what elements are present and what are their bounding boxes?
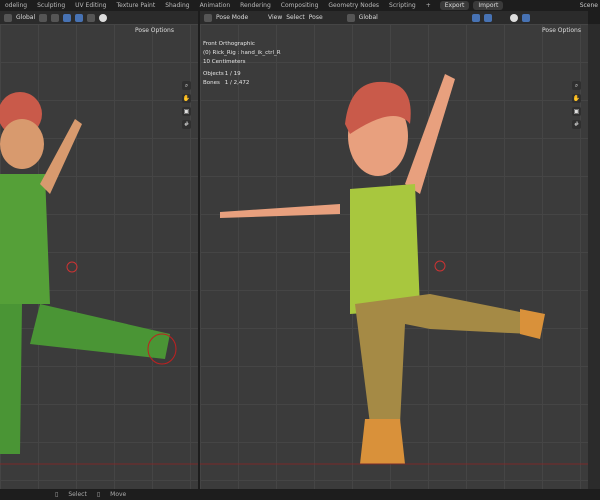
view-name: Front Orthographic: [203, 41, 255, 47]
navigation-tools: ⌕ ✋ ▣ #: [182, 81, 191, 129]
left-viewport-header: Global: [0, 11, 198, 24]
pose-options-label: Pose Options: [542, 27, 581, 34]
xray-icon[interactable]: [87, 13, 96, 22]
overlay-toggle-icon[interactable]: [75, 13, 84, 22]
objects-label: Objects: [203, 71, 224, 77]
camera-icon[interactable]: ▣: [182, 107, 191, 116]
overlay-toggle-icon[interactable]: [483, 13, 492, 22]
scene-selector[interactable]: Scene: [580, 2, 600, 9]
pan-hand-icon[interactable]: ✋: [572, 94, 581, 103]
grid-icon[interactable]: #: [572, 120, 581, 129]
snap-icon[interactable]: [51, 13, 60, 22]
material-shading-icon[interactable]: [521, 13, 530, 22]
transform-orientation-icon: [4, 13, 12, 22]
tab-texture-paint[interactable]: Texture Paint: [111, 2, 160, 9]
gizmo-toggle-icon[interactable]: [63, 13, 72, 22]
solid-shading-icon[interactable]: [509, 13, 518, 22]
orientation-dropdown[interactable]: Global: [359, 14, 378, 21]
bones-label: Bones: [203, 80, 220, 86]
tab-scripting[interactable]: Scripting: [384, 2, 421, 9]
zoom-icon[interactable]: ⌕: [572, 81, 581, 90]
tab-compositing[interactable]: Compositing: [276, 2, 324, 9]
character-render-view: [200, 74, 588, 465]
grid-icon[interactable]: #: [182, 120, 191, 129]
properties-sidebar[interactable]: [588, 24, 600, 489]
mouse-drag-icon: ▯: [96, 491, 101, 498]
bones-count: 1 / 2,472: [224, 80, 250, 86]
camera-icon[interactable]: ▣: [572, 107, 581, 116]
solid-shading-icon[interactable]: [99, 13, 108, 22]
active-object: (0) Rick_Rig : hand_ik_ctrl_R: [203, 50, 281, 56]
character-wireframe-view: [0, 92, 198, 465]
status-bar: ▯ Select ▯ Move: [0, 489, 600, 500]
orientation-dropdown[interactable]: Global: [16, 14, 35, 21]
workspace-tabs: odeling Sculpting UV Editing Texture Pai…: [0, 0, 600, 11]
gizmo-toggle-icon[interactable]: [471, 13, 480, 22]
status-select: Select: [68, 491, 87, 498]
status-move: Move: [110, 491, 127, 498]
add-workspace-button[interactable]: +: [421, 2, 436, 9]
import-button[interactable]: Import: [473, 1, 504, 10]
tab-rendering[interactable]: Rendering: [235, 2, 276, 9]
mouse-left-icon: ▯: [55, 491, 59, 498]
pose-options-label: Pose Options: [135, 27, 174, 34]
navigation-tools: ⌕ ✋ ▣ #: [572, 81, 581, 129]
grid-scale: 10 Centimeters: [203, 59, 246, 65]
pose-options-dropdown[interactable]: Pose Options: [135, 24, 174, 37]
right-viewport[interactable]: Pose Options ⌕ ✋ ▣ #: [200, 24, 588, 489]
tab-modeling[interactable]: odeling: [0, 2, 32, 9]
tab-sculpting[interactable]: Sculpting: [32, 2, 70, 9]
menu-view[interactable]: View: [268, 14, 282, 21]
tab-animation[interactable]: Animation: [195, 2, 236, 9]
editor-type-icon[interactable]: [204, 13, 212, 22]
viewport-info-overlay: Front Orthographic (0) Rick_Rig : hand_i…: [203, 40, 281, 88]
pan-hand-icon[interactable]: ✋: [182, 94, 191, 103]
zoom-icon[interactable]: ⌕: [182, 81, 191, 90]
export-button[interactable]: Export: [439, 1, 470, 10]
left-viewport[interactable]: Pose Options ⌕ ✋ ▣ #: [0, 24, 198, 489]
pose-options-dropdown[interactable]: Pose Options: [542, 24, 581, 37]
pivot-icon[interactable]: [39, 13, 48, 22]
tab-geometry-nodes[interactable]: Geometry Nodes: [323, 2, 384, 9]
transform-orientation-icon: [346, 13, 355, 22]
tab-shading[interactable]: Shading: [160, 2, 194, 9]
menu-select[interactable]: Select: [286, 14, 305, 21]
menu-pose[interactable]: Pose: [309, 14, 323, 21]
objects-count: 1 / 19: [224, 71, 241, 77]
mode-dropdown[interactable]: Pose Mode: [216, 14, 264, 21]
right-viewport-header: Pose Mode View Select Pose Global: [200, 11, 588, 24]
tab-uv-editing[interactable]: UV Editing: [70, 2, 111, 9]
